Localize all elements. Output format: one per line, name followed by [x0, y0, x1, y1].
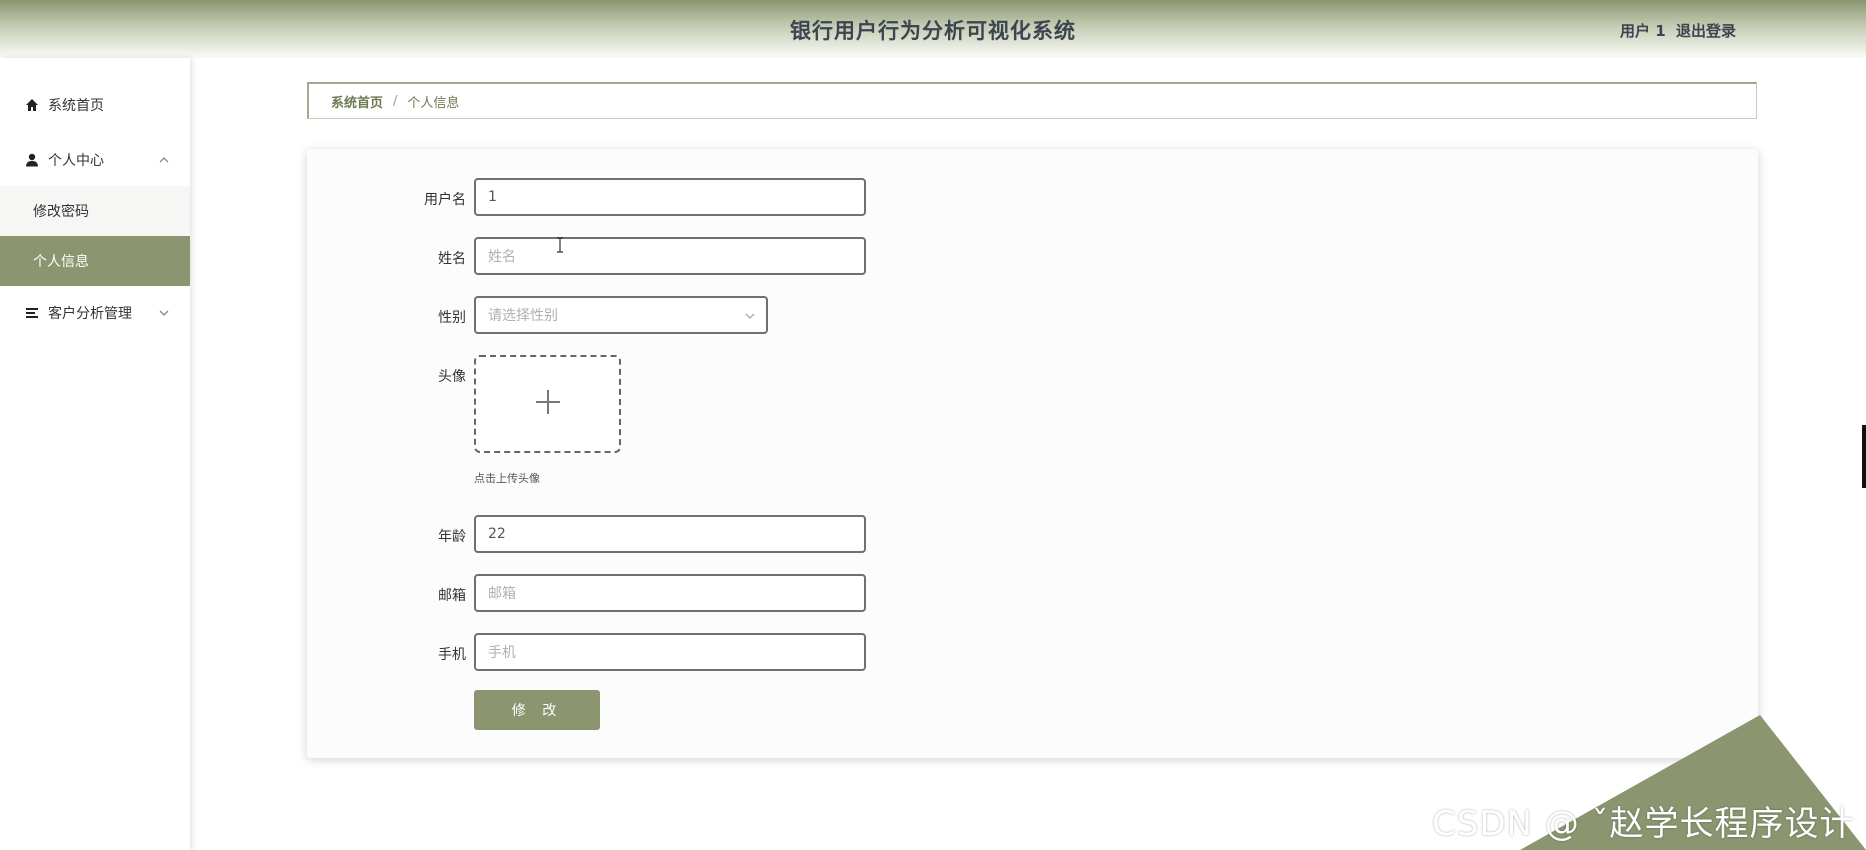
list-icon: [24, 305, 40, 321]
avatar-upload-tip: 点击上传头像: [474, 472, 540, 485]
name-label: 姓名: [438, 251, 466, 267]
username-label: 用户名: [424, 192, 466, 208]
csdn-watermark: CSDN @ ˇ赵学长程序设计: [1432, 804, 1855, 844]
sidebar: 系统首页 个人中心 修改密码 个人信息 客户分析管理: [0, 58, 190, 850]
phone-label: 手机: [438, 647, 466, 663]
sidebar-item-home[interactable]: 系统首页: [0, 80, 190, 130]
user-icon: [24, 152, 40, 168]
plus-icon: [534, 388, 562, 420]
name-input[interactable]: 姓名: [474, 237, 866, 275]
gender-label: 性别: [438, 310, 466, 326]
sidebar-subitem-change-password[interactable]: 修改密码: [0, 186, 190, 236]
scroll-edge-handle[interactable]: [1862, 425, 1866, 488]
email-label: 邮箱: [438, 588, 466, 604]
sidebar-item-personal-center[interactable]: 个人中心: [0, 135, 190, 185]
submit-button[interactable]: 修 改: [474, 690, 600, 730]
email-input[interactable]: 邮箱: [474, 574, 866, 612]
breadcrumb-home[interactable]: 系统首页: [331, 92, 383, 111]
breadcrumb-current: 个人信息: [407, 95, 460, 111]
sidebar-item-customer-analysis[interactable]: 客户分析管理: [0, 288, 190, 338]
sidebar-item-label: 个人信息: [33, 254, 89, 270]
home-icon: [24, 97, 40, 113]
phone-placeholder: 手机: [488, 645, 516, 661]
breadcrumb: 系统首页 / 个人信息: [307, 82, 1757, 119]
breadcrumb-separator: /: [393, 93, 398, 109]
username-value: 1: [488, 189, 497, 205]
name-placeholder: 姓名: [488, 249, 516, 265]
sidebar-item-label: 个人中心: [48, 153, 104, 169]
avatar-label: 头像: [438, 369, 466, 385]
avatar-upload[interactable]: [474, 355, 621, 453]
email-placeholder: 邮箱: [488, 586, 516, 602]
app-title: 银行用户行为分析可视化系统: [790, 19, 1076, 43]
age-input[interactable]: 22: [474, 515, 866, 553]
text-cursor-icon: [556, 237, 564, 257]
gender-select[interactable]: 请选择性别: [474, 296, 768, 334]
sidebar-item-label: 系统首页: [48, 98, 104, 114]
phone-input[interactable]: 手机: [474, 633, 866, 671]
sidebar-item-label: 客户分析管理: [48, 306, 132, 322]
top-header: 银行用户行为分析可视化系统 用户 1 退出登录: [0, 0, 1866, 58]
chevron-down-icon: [744, 310, 756, 326]
age-value: 22: [488, 526, 506, 542]
username-input[interactable]: 1: [474, 178, 866, 216]
sidebar-subitem-personal-info[interactable]: 个人信息: [0, 236, 190, 286]
chevron-up-icon: [158, 154, 170, 166]
age-label: 年龄: [438, 529, 466, 545]
logout-link[interactable]: 退出登录: [1676, 20, 1736, 41]
chevron-down-icon: [158, 307, 170, 319]
current-user: 用户 1: [1620, 22, 1666, 40]
gender-placeholder: 请选择性别: [488, 308, 558, 324]
sidebar-item-label: 修改密码: [33, 204, 89, 220]
